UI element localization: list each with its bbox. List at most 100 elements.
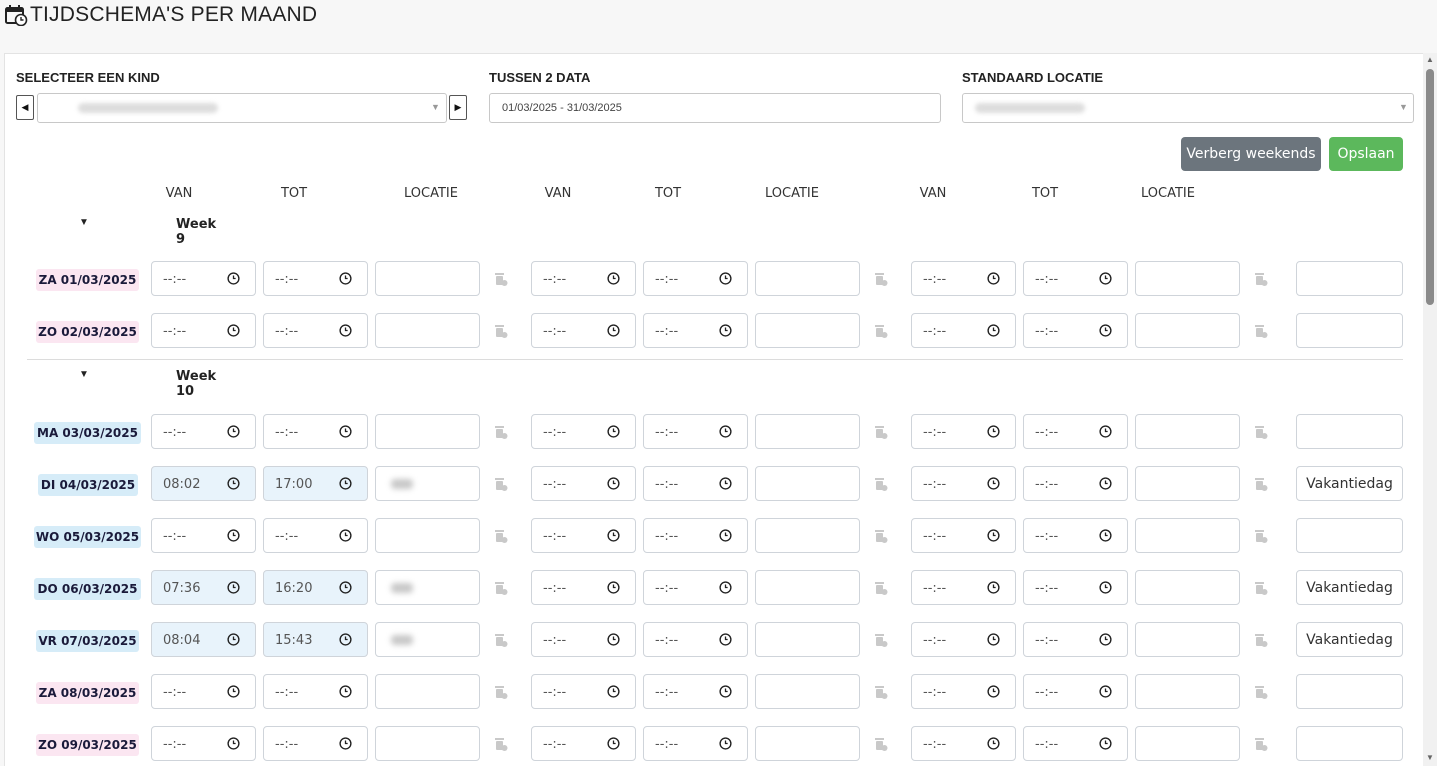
delete-trash-icon[interactable] bbox=[874, 736, 888, 752]
scroll-up-icon[interactable]: ▲ bbox=[1426, 55, 1434, 64]
location-input[interactable] bbox=[1135, 518, 1240, 553]
location-input[interactable] bbox=[375, 313, 480, 348]
location-input[interactable] bbox=[755, 414, 860, 449]
delete-trash-icon[interactable] bbox=[874, 580, 888, 596]
default-location-select[interactable]: ▼ bbox=[962, 93, 1414, 123]
location-input[interactable] bbox=[755, 674, 860, 709]
tot-time-input[interactable]: 15:43 bbox=[263, 622, 368, 657]
location-input[interactable] bbox=[375, 622, 480, 657]
tot-time-input[interactable]: --:-- bbox=[263, 726, 368, 761]
tot-time-input[interactable]: --:-- bbox=[1023, 726, 1128, 761]
van-time-input[interactable]: --:-- bbox=[151, 414, 256, 449]
location-input[interactable] bbox=[755, 570, 860, 605]
delete-trash-icon[interactable] bbox=[1254, 271, 1268, 287]
note-input[interactable] bbox=[1296, 261, 1403, 296]
note-input[interactable]: Vakantiedag bbox=[1296, 466, 1403, 501]
date-range-input[interactable]: 01/03/2025 - 31/03/2025 bbox=[489, 93, 941, 123]
tot-time-input[interactable]: --:-- bbox=[263, 261, 368, 296]
tot-time-input[interactable]: --:-- bbox=[263, 518, 368, 553]
delete-trash-icon[interactable] bbox=[874, 271, 888, 287]
van-time-input[interactable]: --:-- bbox=[531, 726, 636, 761]
tot-time-input[interactable]: --:-- bbox=[643, 261, 748, 296]
delete-trash-icon[interactable] bbox=[494, 736, 508, 752]
van-time-input[interactable]: --:-- bbox=[531, 313, 636, 348]
scrollbar-thumb[interactable] bbox=[1426, 69, 1434, 305]
van-time-input[interactable]: --:-- bbox=[151, 674, 256, 709]
location-input[interactable] bbox=[375, 414, 480, 449]
delete-trash-icon[interactable] bbox=[874, 684, 888, 700]
tot-time-input[interactable]: --:-- bbox=[1023, 518, 1128, 553]
location-input[interactable] bbox=[755, 466, 860, 501]
delete-trash-icon[interactable] bbox=[874, 424, 888, 440]
scrollbar[interactable]: ▲ ▼ bbox=[1423, 53, 1437, 766]
van-time-input[interactable]: --:-- bbox=[911, 674, 1016, 709]
tot-time-input[interactable]: --:-- bbox=[1023, 622, 1128, 657]
note-input[interactable] bbox=[1296, 518, 1403, 553]
delete-trash-icon[interactable] bbox=[874, 323, 888, 339]
location-input[interactable] bbox=[755, 726, 860, 761]
hide-weekends-button[interactable]: Verberg weekends bbox=[1181, 137, 1321, 171]
delete-trash-icon[interactable] bbox=[1254, 528, 1268, 544]
location-input[interactable] bbox=[375, 466, 480, 501]
delete-trash-icon[interactable] bbox=[1254, 736, 1268, 752]
delete-trash-icon[interactable] bbox=[874, 632, 888, 648]
delete-trash-icon[interactable] bbox=[1254, 424, 1268, 440]
delete-trash-icon[interactable] bbox=[1254, 476, 1268, 492]
tot-time-input[interactable]: 16:20 bbox=[263, 570, 368, 605]
delete-trash-icon[interactable] bbox=[494, 684, 508, 700]
next-child-button[interactable]: ▶ bbox=[449, 95, 467, 120]
delete-trash-icon[interactable] bbox=[874, 528, 888, 544]
van-time-input[interactable]: --:-- bbox=[151, 726, 256, 761]
note-input[interactable] bbox=[1296, 674, 1403, 709]
van-time-input[interactable]: --:-- bbox=[911, 726, 1016, 761]
van-time-input[interactable]: --:-- bbox=[151, 261, 256, 296]
tot-time-input[interactable]: --:-- bbox=[1023, 414, 1128, 449]
tot-time-input[interactable]: --:-- bbox=[643, 570, 748, 605]
tot-time-input[interactable]: --:-- bbox=[643, 726, 748, 761]
tot-time-input[interactable]: 17:00 bbox=[263, 466, 368, 501]
delete-trash-icon[interactable] bbox=[874, 476, 888, 492]
van-time-input[interactable]: --:-- bbox=[911, 518, 1016, 553]
van-time-input[interactable]: --:-- bbox=[531, 261, 636, 296]
save-button[interactable]: Opslaan bbox=[1329, 137, 1403, 171]
tot-time-input[interactable]: --:-- bbox=[1023, 466, 1128, 501]
tot-time-input[interactable]: --:-- bbox=[643, 622, 748, 657]
delete-trash-icon[interactable] bbox=[1254, 684, 1268, 700]
location-input[interactable] bbox=[375, 570, 480, 605]
collapse-caret-icon[interactable]: ▼ bbox=[79, 217, 89, 228]
location-input[interactable] bbox=[375, 518, 480, 553]
location-input[interactable] bbox=[1135, 414, 1240, 449]
van-time-input[interactable]: --:-- bbox=[911, 622, 1016, 657]
location-input[interactable] bbox=[1135, 622, 1240, 657]
delete-trash-icon[interactable] bbox=[1254, 632, 1268, 648]
tot-time-input[interactable]: --:-- bbox=[1023, 570, 1128, 605]
location-input[interactable] bbox=[755, 622, 860, 657]
location-input[interactable] bbox=[755, 313, 860, 348]
tot-time-input[interactable]: --:-- bbox=[263, 414, 368, 449]
van-time-input[interactable]: --:-- bbox=[531, 466, 636, 501]
van-time-input[interactable]: --:-- bbox=[151, 518, 256, 553]
scroll-down-icon[interactable]: ▼ bbox=[1426, 753, 1434, 762]
delete-trash-icon[interactable] bbox=[494, 323, 508, 339]
van-time-input[interactable]: --:-- bbox=[911, 313, 1016, 348]
van-time-input[interactable]: --:-- bbox=[911, 570, 1016, 605]
van-time-input[interactable]: --:-- bbox=[531, 518, 636, 553]
location-input[interactable] bbox=[1135, 674, 1240, 709]
van-time-input[interactable]: --:-- bbox=[911, 261, 1016, 296]
note-input[interactable]: Vakantiedag bbox=[1296, 622, 1403, 657]
tot-time-input[interactable]: --:-- bbox=[263, 674, 368, 709]
location-input[interactable] bbox=[1135, 261, 1240, 296]
van-time-input[interactable]: --:-- bbox=[531, 622, 636, 657]
previous-child-button[interactable]: ◀ bbox=[16, 95, 34, 120]
location-input[interactable] bbox=[1135, 570, 1240, 605]
tot-time-input[interactable]: --:-- bbox=[643, 518, 748, 553]
delete-trash-icon[interactable] bbox=[1254, 323, 1268, 339]
tot-time-input[interactable]: --:-- bbox=[263, 313, 368, 348]
delete-trash-icon[interactable] bbox=[494, 424, 508, 440]
tot-time-input[interactable]: --:-- bbox=[643, 674, 748, 709]
location-input[interactable] bbox=[375, 674, 480, 709]
delete-trash-icon[interactable] bbox=[494, 271, 508, 287]
location-input[interactable] bbox=[1135, 313, 1240, 348]
location-input[interactable] bbox=[755, 261, 860, 296]
location-input[interactable] bbox=[1135, 466, 1240, 501]
